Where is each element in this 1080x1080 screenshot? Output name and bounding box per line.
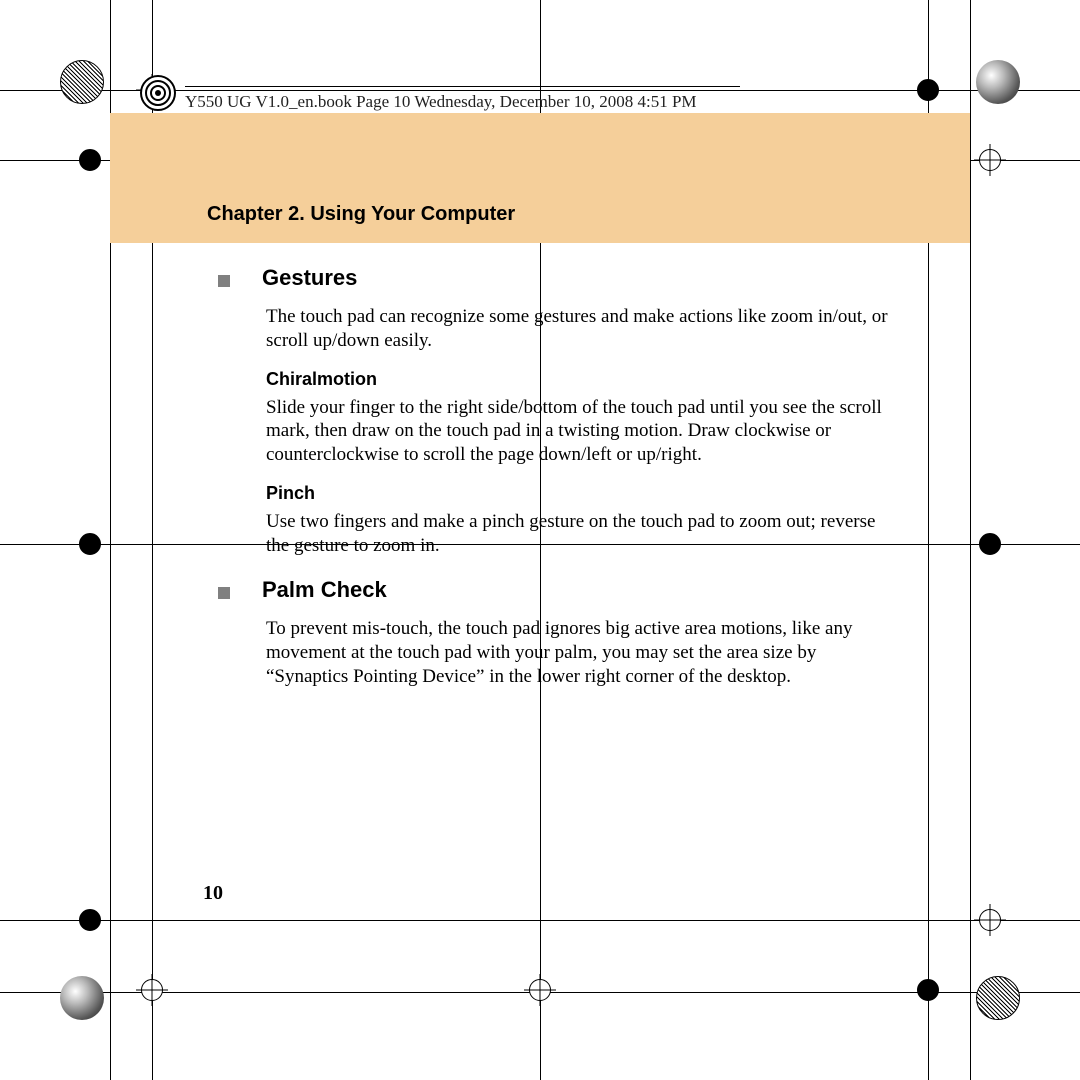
section-title: Gestures	[262, 265, 357, 291]
registration-mark-icon	[979, 533, 1001, 555]
chapter-title: Chapter 2. Using Your Computer	[207, 203, 515, 226]
registration-mark-icon	[529, 979, 551, 1001]
palmcheck-body: To prevent mis-touch, the touch pad igno…	[266, 617, 898, 688]
section-palmcheck: Palm Check	[218, 577, 898, 603]
print-slip-text: Y550 UG V1.0_en.book Page 10 Wednesday, …	[185, 92, 697, 112]
header-rule	[185, 86, 740, 87]
registration-ball-icon	[976, 976, 1020, 1020]
registration-mark-icon	[141, 979, 163, 1001]
registration-mark-icon	[79, 149, 101, 171]
binder-spiral-icon	[140, 75, 176, 111]
registration-mark-icon	[917, 79, 939, 101]
subheading-pinch: Pinch	[266, 483, 898, 504]
section-title: Palm Check	[262, 577, 387, 603]
crop-line	[970, 0, 971, 1080]
registration-mark-icon	[979, 909, 1001, 931]
content-area: Gestures The touch pad can recognize som…	[218, 253, 898, 705]
registration-mark-icon	[979, 149, 1001, 171]
square-bullet-icon	[218, 275, 230, 287]
page-body: Chapter 2. Using Your Computer Gestures …	[110, 113, 970, 933]
registration-ball-icon	[60, 60, 104, 104]
subheading-chiralmotion: Chiralmotion	[266, 369, 898, 390]
section-gestures: Gestures	[218, 265, 898, 291]
gestures-intro: The touch pad can recognize some gesture…	[266, 305, 898, 353]
pinch-body: Use two fingers and make a pinch gesture…	[266, 510, 898, 558]
page-number: 10	[203, 882, 223, 905]
chiralmotion-body: Slide your finger to the right side/bott…	[266, 396, 898, 467]
square-bullet-icon	[218, 587, 230, 599]
registration-ball-icon	[60, 976, 104, 1020]
registration-ball-icon	[976, 60, 1020, 104]
chapter-banner: Chapter 2. Using Your Computer	[110, 113, 970, 243]
registration-mark-icon	[79, 909, 101, 931]
registration-mark-icon	[79, 533, 101, 555]
registration-mark-icon	[917, 979, 939, 1001]
